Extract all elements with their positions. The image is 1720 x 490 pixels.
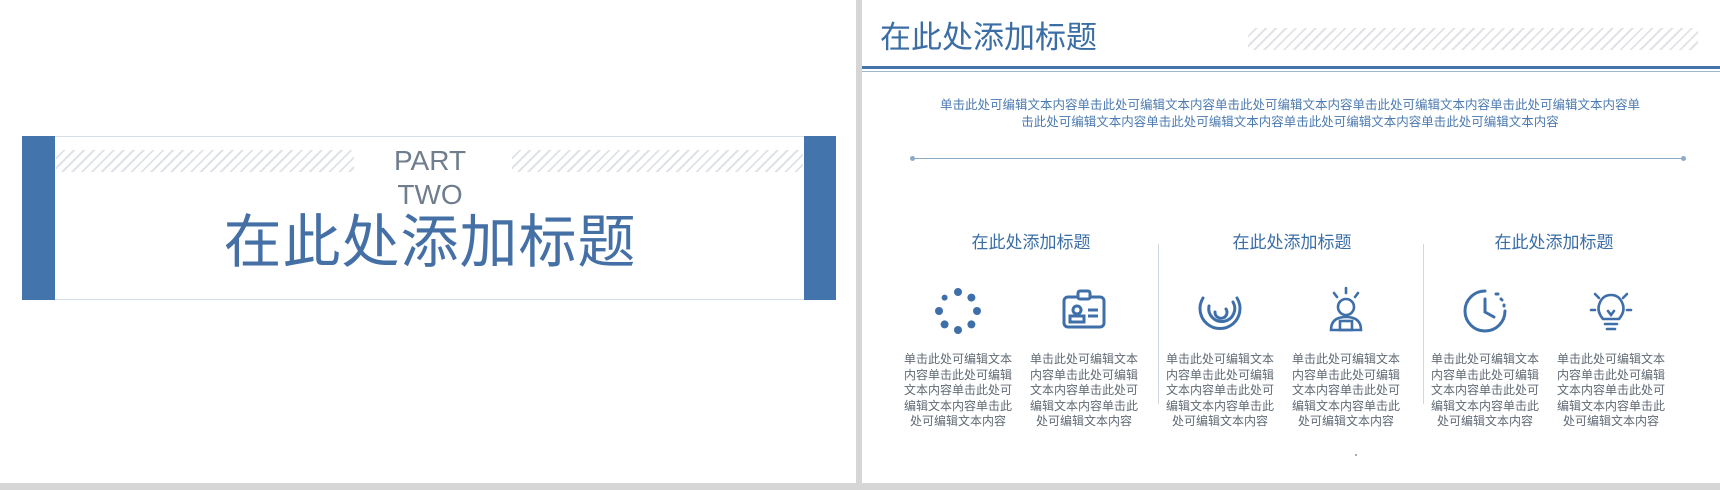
user-idea-icon [1321,286,1371,336]
column-1-item-2-text: 单击此处可编辑文本内容单击此处可编辑文本内容单击此处可编辑文本内容单击此处可编辑… [1030,352,1139,428]
section-title: 在此处添加标题 [223,208,637,276]
clock-refresh-icon [1460,286,1510,336]
loading-dots-icon [933,286,983,336]
column-3-item-2-text: 单击此处可编辑文本内容单击此处可编辑文本内容单击此处可编辑文本内容单击此处可编辑… [1557,352,1666,428]
column-separator [1423,244,1424,404]
left-accent-bar [22,136,55,300]
left-hatch-decoration [56,150,354,172]
id-card-icon [1059,286,1109,336]
spiral-arcs-icon [1195,286,1245,336]
intro-paragraph: 单击此处可编辑文本内容单击此处可编辑文本内容单击此处可编辑文本内容单击此处可编辑… [940,97,1641,129]
column-3-item-1-text: 单击此处可编辑文本内容单击此处可编辑文本内容单击此处可编辑文本内容单击此处可编辑… [1431,352,1540,428]
column-1-item-1-text: 单击此处可编辑文本内容单击此处可编辑文本内容单击此处可编辑文本内容单击此处可编辑… [904,352,1013,428]
column-2-item-2-text: 单击此处可编辑文本内容单击此处可编辑文本内容单击此处可编辑文本内容单击此处可编辑… [1292,352,1401,428]
slide-content[interactable]: 在此处添加标题 单击此处可编辑文本内容单击此处可编辑文本内容单击此处可编辑文本内… [862,0,1720,483]
column-title-2: 在此处添加标题 [1232,233,1352,253]
lightbulb-icon [1586,286,1636,336]
column-title-3: 在此处添加标题 [1494,233,1614,253]
slide-section-divider[interactable]: PART TWO 在此处添加标题 [0,0,856,483]
column-title-1: 在此处添加标题 [971,233,1091,253]
right-hatch-decoration [512,150,803,172]
stray-dot [1355,454,1357,456]
part-label: PART [393,145,467,176]
intro-divider [910,156,1686,161]
header-rule-thin [862,71,1720,72]
column-separator [1158,244,1159,404]
page-title: 在此处添加标题 [880,20,1097,56]
slide-sorter-view: PART TWO 在此处添加标题 在此处添加标题 单击此处可编辑文本内容单击此处… [0,0,1720,490]
header-rule [862,66,1720,69]
right-accent-bar [804,136,836,300]
header-hatch-decoration [1248,28,1698,50]
column-2-item-1-text: 单击此处可编辑文本内容单击此处可编辑文本内容单击此处可编辑文本内容单击此处可编辑… [1166,352,1275,428]
